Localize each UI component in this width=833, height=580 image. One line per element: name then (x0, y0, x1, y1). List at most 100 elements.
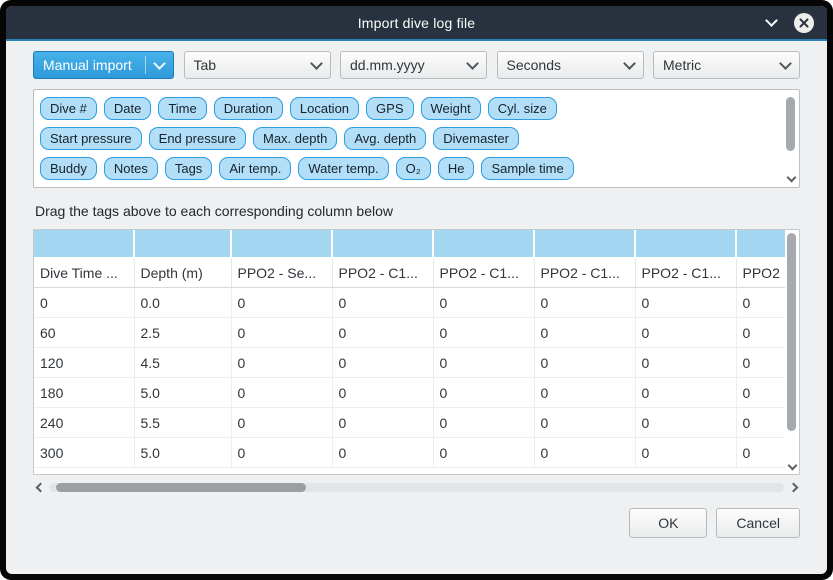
tag-pill[interactable]: He (438, 157, 475, 180)
drop-target-cell[interactable] (34, 230, 134, 258)
tag-pill[interactable]: Cyl. size (488, 97, 557, 120)
table-cell: 0 (231, 318, 332, 348)
tag-pill[interactable]: Sample time (481, 157, 573, 180)
drop-target-cell[interactable] (332, 230, 433, 258)
column-header[interactable]: PPO2 (736, 258, 785, 288)
tag-row: Start pressure End pressure Max. depth Avg.… (40, 127, 775, 150)
drop-target-cell[interactable] (736, 230, 785, 258)
preview-table: Dive Time ...Depth (m)PPO2 - Se...PPO2 -… (33, 229, 800, 475)
combo-value: Seconds (507, 57, 625, 73)
column-header[interactable]: PPO2 - C1... (635, 258, 736, 288)
column-header[interactable]: Dive Time ... (34, 258, 134, 288)
scroll-down-button[interactable] (787, 174, 795, 183)
table-cell: 0 (635, 378, 736, 408)
tag-panel-scrollbar[interactable] (785, 93, 796, 184)
table-cell: 0 (736, 438, 785, 468)
tag-pill[interactable]: Sample depth (40, 187, 140, 188)
drop-target-cell[interactable] (635, 230, 736, 258)
table-header-row: Dive Time ...Depth (m)PPO2 - Se...PPO2 -… (34, 258, 785, 288)
tag-pill[interactable]: Tags (165, 157, 212, 180)
column-header[interactable]: PPO2 - C1... (534, 258, 635, 288)
table-cell: 0 (736, 378, 785, 408)
tag-pill[interactable]: Start pressure (40, 127, 142, 150)
column-header[interactable]: PPO2 - C1... (332, 258, 433, 288)
combo-value: Metric (663, 57, 781, 73)
tag-pill[interactable]: Date (104, 97, 151, 120)
table-cell: 0 (534, 318, 635, 348)
drop-target-cell[interactable] (134, 230, 231, 258)
table-cell: 120 (34, 348, 134, 378)
table-cell: 4.5 (134, 348, 231, 378)
titlebar[interactable]: Import dive log file (6, 6, 827, 39)
column-header[interactable]: PPO2 - Se... (231, 258, 332, 288)
cancel-button[interactable]: Cancel (716, 508, 800, 538)
table-cell: 0 (534, 378, 635, 408)
drop-target-cell[interactable] (534, 230, 635, 258)
ok-button[interactable]: OK (629, 508, 707, 538)
table-cell: 0 (231, 348, 332, 378)
scrollbar-thumb[interactable] (786, 97, 795, 151)
tag-pill[interactable]: Sample temperature (147, 187, 285, 188)
table-cell: 0 (534, 288, 635, 318)
tag-pill[interactable]: O₂ (396, 157, 431, 180)
dropdown-row: Manual import Tab dd.mm.yyyy Seconds Metric (33, 51, 800, 79)
table-vertical-scrollbar[interactable] (786, 232, 797, 472)
tag-pill[interactable]: Max. depth (253, 127, 337, 150)
combo-units[interactable]: Metric (653, 51, 800, 79)
tag-pill[interactable]: Divemaster (433, 127, 519, 150)
drop-target-cell[interactable] (433, 230, 534, 258)
horizontal-scroll-track[interactable] (49, 483, 784, 492)
scroll-down-button[interactable] (788, 462, 796, 471)
drop-target-cell[interactable] (231, 230, 332, 258)
table-cell: 2.5 (134, 318, 231, 348)
tag-pill[interactable]: GPS (366, 97, 413, 120)
table-cell: 0 (635, 318, 736, 348)
tag-pill[interactable]: End pressure (149, 127, 246, 150)
scrollbar-thumb[interactable] (56, 483, 306, 492)
dialog-window: Import dive log file Manual import Tab dd.… (0, 0, 833, 580)
table-viewport: Dive Time ...Depth (m)PPO2 - Se...PPO2 -… (34, 230, 785, 474)
tag-pill[interactable]: Water temp. (298, 157, 388, 180)
column-header[interactable]: Depth (m) (134, 258, 231, 288)
shade-button[interactable] (763, 15, 779, 31)
scroll-left-button[interactable] (33, 482, 45, 494)
tag-pill[interactable]: Sample pO₂ (292, 187, 382, 188)
tag-pill[interactable]: Time (158, 97, 206, 120)
tag-pill[interactable]: Sample CNS (389, 187, 484, 188)
table-cell: 5.0 (134, 378, 231, 408)
close-button[interactable] (794, 13, 814, 33)
chevron-left-icon (35, 483, 45, 493)
table-cell: 0 (332, 408, 433, 438)
table-cell: 60 (34, 318, 134, 348)
scroll-right-button[interactable] (788, 482, 800, 494)
instruction-text: Drag the tags above to each correspondin… (35, 203, 798, 219)
close-icon (798, 17, 810, 29)
combo-import-mode[interactable]: Manual import (33, 51, 174, 79)
table-cell: 0 (433, 318, 534, 348)
horizontal-scrollbar[interactable] (33, 480, 800, 495)
combo-value: Tab (194, 57, 312, 73)
tag-pill[interactable]: Buddy (40, 157, 97, 180)
table-cell: 0 (231, 288, 332, 318)
table-cell: 0 (736, 288, 785, 318)
tag-pill[interactable]: Duration (214, 97, 283, 120)
table-row: 2405.5000000 (34, 408, 785, 438)
combo-time-format[interactable]: Seconds (497, 51, 644, 79)
chevron-right-icon (788, 483, 798, 493)
tag-row: Buddy Notes Tags Air temp. Water temp. O₂ He Sa… (40, 157, 775, 180)
scrollbar-thumb[interactable] (787, 233, 796, 431)
tag-row: Dive # Date Time Duration Location GPS Weight C… (40, 97, 775, 120)
chevron-down-icon (623, 57, 636, 70)
column-header[interactable]: PPO2 - C1... (433, 258, 534, 288)
tag-pill[interactable]: Dive # (40, 97, 97, 120)
tag-pill[interactable]: Notes (104, 157, 158, 180)
dialog-content: Manual importTabdd.mm.yyyySecondsMetric … (6, 41, 827, 574)
tag-pill[interactable]: Avg. depth (344, 127, 426, 150)
table-cell: 0 (433, 408, 534, 438)
combo-date-format[interactable]: dd.mm.yyyy (340, 51, 487, 79)
chevron-down-icon (779, 57, 792, 70)
combo-field-separator[interactable]: Tab (184, 51, 331, 79)
tag-pill[interactable]: Location (290, 97, 359, 120)
tag-pill[interactable]: Air temp. (219, 157, 291, 180)
tag-pill[interactable]: Weight (421, 97, 481, 120)
